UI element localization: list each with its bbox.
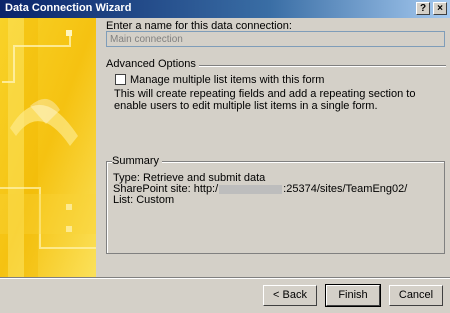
manage-multiple-items-checkbox[interactable] xyxy=(115,74,126,85)
cancel-button[interactable]: Cancel xyxy=(389,285,443,306)
manage-multiple-items-label[interactable]: Manage multiple list items with this for… xyxy=(130,74,324,86)
button-area-separator xyxy=(0,277,450,279)
summary-title: Summary xyxy=(112,155,163,167)
data-connection-wizard-window: Data Connection Wizard ? × Enter a name … xyxy=(0,0,450,313)
back-button[interactable]: < Back xyxy=(263,285,317,306)
close-button[interactable]: × xyxy=(433,2,447,15)
summary-groupbox: Type: Retrieve and submit data SharePoin… xyxy=(106,161,445,254)
wizard-sidebar-graphic xyxy=(0,18,96,277)
advanced-options-title: Advanced Options xyxy=(106,58,199,70)
window-title: Data Connection Wizard xyxy=(5,2,132,14)
wizard-banner-image xyxy=(0,18,96,277)
redacted-host xyxy=(219,184,283,194)
summary-site-suffix: :25374/sites/TeamEng02/ xyxy=(283,183,408,195)
title-bar[interactable]: Data Connection Wizard ? × xyxy=(0,0,450,18)
advanced-options-description: This will create repeating fields and ad… xyxy=(114,88,416,112)
help-button[interactable]: ? xyxy=(416,2,430,15)
summary-list-line: List: Custom xyxy=(113,194,175,206)
finish-button[interactable]: Finish xyxy=(325,284,381,307)
connection-name-input[interactable] xyxy=(106,31,445,47)
